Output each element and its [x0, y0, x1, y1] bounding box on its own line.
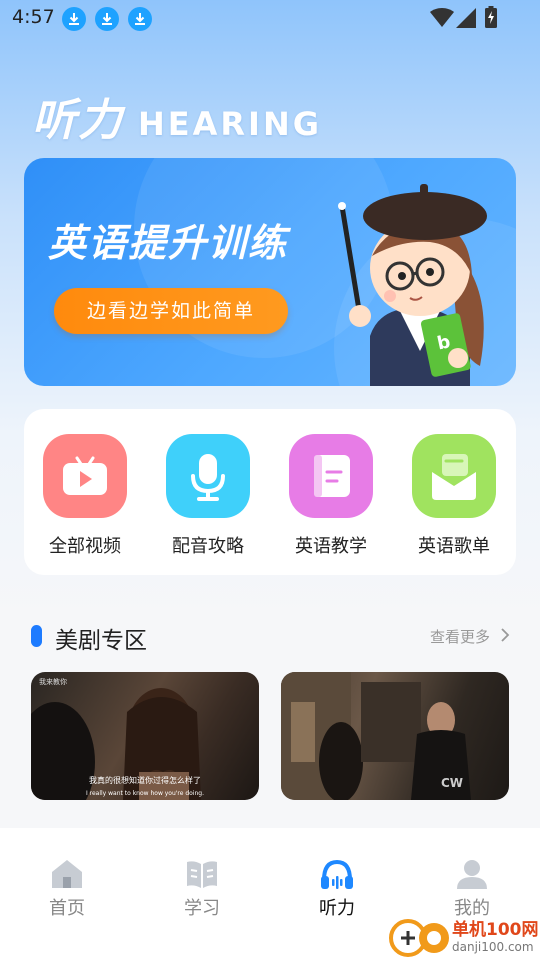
- page-title-en: HEARING: [138, 105, 322, 143]
- person-icon: [455, 858, 489, 890]
- category-english-teaching[interactable]: 英语教学: [281, 434, 381, 558]
- battery-charging-icon: [485, 6, 497, 28]
- tab-profile[interactable]: 我的: [432, 858, 512, 920]
- banner-title: 英语提升训练: [48, 221, 289, 265]
- book-icon: [289, 434, 373, 518]
- site-watermark: 单机100网 danji100.com: [388, 916, 539, 960]
- open-book-icon: [185, 858, 219, 890]
- tab-listening[interactable]: 听力: [297, 858, 377, 920]
- tv-play-icon: [43, 434, 127, 518]
- watermark-text: 单机100网: [452, 920, 539, 940]
- download-icon: [128, 7, 152, 31]
- video-watermark: 我来教你: [39, 678, 67, 686]
- tab-label: 学习: [184, 898, 220, 919]
- video-thumbnail[interactable]: 我来教你 我真的很想知道你过得怎么样了 I really want to kno…: [31, 672, 259, 800]
- wifi-icon: [430, 8, 454, 27]
- video-subtitle-cn: 我真的很想知道你过得怎么样了: [89, 776, 201, 785]
- watermark-url: danji100.com: [452, 940, 534, 954]
- category-label: 英语歌单: [418, 536, 490, 557]
- page-title-cn: 听力: [32, 95, 124, 146]
- download-icon: [95, 7, 119, 31]
- signal-icon: [456, 8, 476, 28]
- page-title: 听力 HEARING: [32, 84, 322, 148]
- category-label: 英语教学: [295, 536, 367, 557]
- tab-home[interactable]: 首页: [27, 858, 107, 920]
- status-bar: 4:57: [0, 0, 540, 36]
- category-label: 全部视频: [49, 536, 121, 557]
- watermark-logo: [389, 919, 449, 957]
- microphone-icon: [166, 434, 250, 518]
- category-card: 全部视频 配音攻略 英语教学 英语歌单: [24, 409, 516, 575]
- headphones-icon: [320, 858, 354, 890]
- section-title: 美剧专区: [55, 628, 147, 654]
- home-icon: [50, 858, 84, 890]
- download-icon: [62, 7, 86, 31]
- category-all-videos[interactable]: 全部视频: [35, 434, 135, 558]
- banner-cta-button[interactable]: 边看边学如此简单: [54, 288, 288, 334]
- channel-badge: CW: [440, 776, 463, 790]
- status-time: 4:57: [12, 6, 55, 28]
- video-thumbnail[interactable]: CW: [281, 672, 509, 800]
- teacher-mascot-illustration: b: [338, 184, 487, 386]
- tab-label: 听力: [319, 898, 355, 919]
- tab-study[interactable]: 学习: [162, 858, 242, 920]
- tab-label: 首页: [49, 898, 85, 919]
- category-dubbing-guide[interactable]: 配音攻略: [158, 434, 258, 558]
- category-label: 配音攻略: [172, 536, 244, 557]
- envelope-music-icon: [412, 434, 496, 518]
- see-more-link[interactable]: 查看更多: [430, 626, 490, 647]
- category-english-songs[interactable]: 英语歌单: [404, 434, 504, 558]
- section-accent-bar: [31, 625, 42, 647]
- video-subtitle-en: I really want to know how you're doing.: [85, 790, 205, 797]
- chevron-right-icon[interactable]: [500, 627, 510, 643]
- video-frame: [281, 672, 471, 800]
- promo-banner[interactable]: 英语提升训练 边看边学如此简单 b: [24, 158, 516, 386]
